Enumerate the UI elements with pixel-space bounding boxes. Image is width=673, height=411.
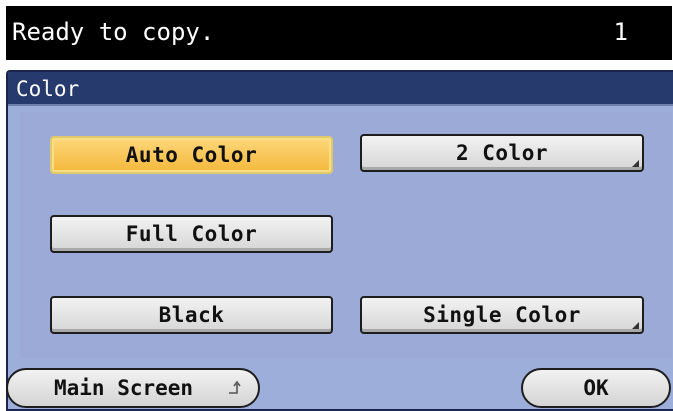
single-color-button[interactable]: Single Color [360, 296, 644, 334]
black-button[interactable]: Black [50, 296, 333, 334]
return-arrow-icon [229, 380, 241, 394]
single-color-label: Single Color [423, 303, 581, 327]
two-color-button[interactable]: 2 Color [360, 134, 644, 172]
ok-label: OK [583, 376, 609, 400]
copy-count: 1 [613, 18, 628, 46]
copier-screen: Ready to copy. 1 Color Auto Color 2 Colo… [0, 0, 673, 411]
main-screen-button[interactable]: Main Screen [6, 368, 260, 408]
panel-title: Color [16, 77, 80, 101]
corner-triangle-icon [632, 160, 639, 167]
full-color-label: Full Color [125, 222, 258, 246]
corner-triangle-icon [632, 322, 639, 329]
status-message: Ready to copy. [12, 18, 215, 46]
auto-color-label: Auto Color [125, 143, 258, 167]
black-label: Black [158, 303, 225, 327]
main-screen-label: Main Screen [54, 376, 194, 400]
full-color-button[interactable]: Full Color [50, 215, 333, 253]
panel-header: Color [8, 72, 673, 106]
ok-button[interactable]: OK [521, 368, 671, 408]
auto-color-button[interactable]: Auto Color [50, 136, 333, 174]
status-bar: Ready to copy. 1 [6, 6, 672, 60]
two-color-label: 2 Color [455, 141, 548, 165]
